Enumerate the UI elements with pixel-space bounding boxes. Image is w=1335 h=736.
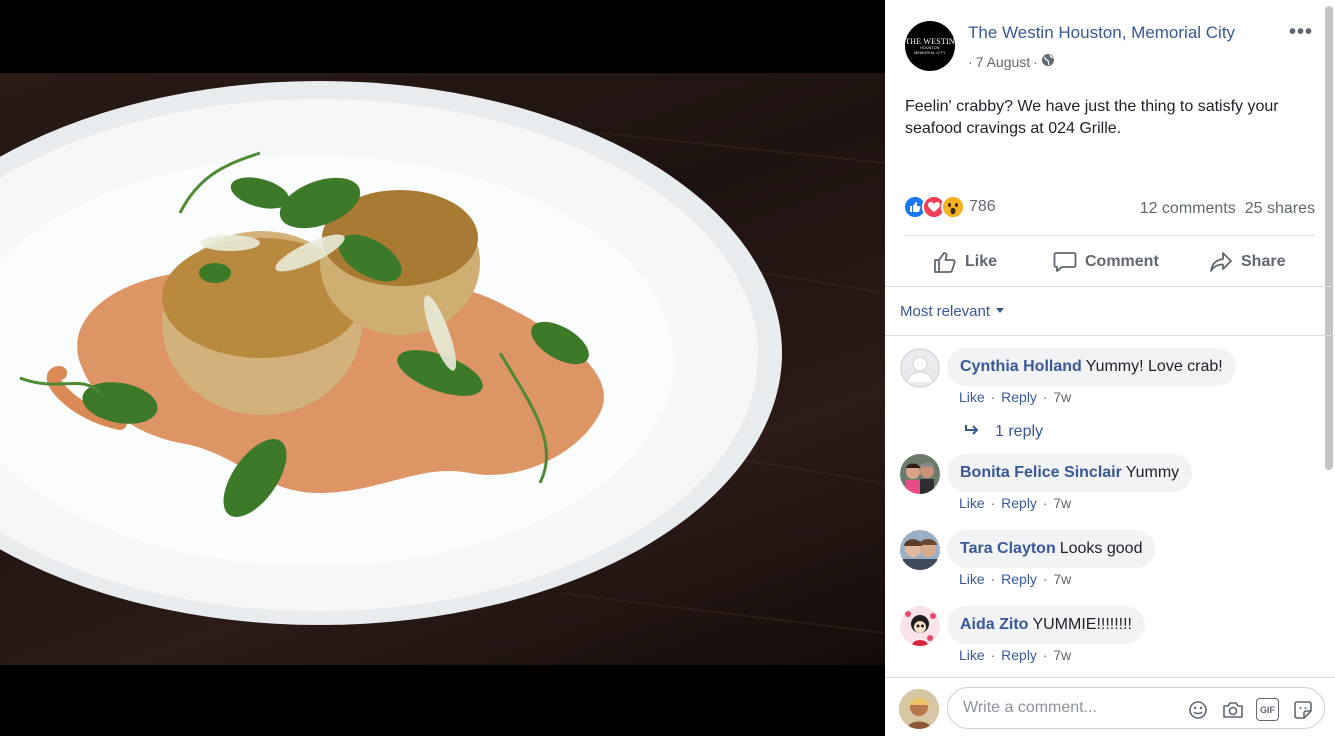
comment-reply-link[interactable]: Reply bbox=[1001, 495, 1037, 511]
comment-text: YUMMIE!!!!!!!! bbox=[1032, 616, 1132, 633]
post-text: Feelin' crabby? We have just the thing t… bbox=[905, 98, 1279, 137]
comment-bubble: Aida Zito YUMMIE!!!!!!!! bbox=[947, 606, 1145, 644]
shares-count-link[interactable]: 25 shares bbox=[1245, 200, 1315, 218]
comment-bubble: Cynthia Holland Yummy! Love crab! bbox=[947, 348, 1236, 386]
reactions-summary[interactable]: 786 bbox=[903, 195, 996, 219]
view-replies-link[interactable]: 1 reply bbox=[965, 423, 1043, 441]
reply-arrow-icon bbox=[965, 423, 979, 441]
comment-time[interactable]: 7w bbox=[1053, 495, 1071, 511]
comment-time[interactable]: 7w bbox=[1053, 647, 1071, 663]
comment-button[interactable]: Comment bbox=[1053, 247, 1159, 277]
composer-tools: GIF bbox=[1186, 698, 1314, 721]
gif-label: GIF bbox=[1256, 698, 1279, 721]
comment-actions: Like · Reply · 7w bbox=[959, 571, 1072, 587]
commenter-avatar[interactable] bbox=[900, 530, 940, 570]
commenter-name[interactable]: Tara Clayton bbox=[960, 540, 1056, 558]
thumbs-up-icon bbox=[933, 251, 957, 273]
camera-icon[interactable] bbox=[1221, 698, 1244, 721]
replies-count: 1 reply bbox=[995, 423, 1044, 440]
like-button-label: Like bbox=[965, 253, 998, 270]
scrollbar[interactable] bbox=[1325, 6, 1333, 470]
comment-input-box: GIF bbox=[947, 687, 1325, 729]
share-arrow-icon bbox=[1209, 251, 1233, 273]
comment-text: Yummy bbox=[1125, 464, 1180, 481]
post-meta: · 7 August · bbox=[968, 53, 1055, 70]
crab-cake-photo bbox=[0, 81, 885, 634]
divider bbox=[885, 335, 1335, 336]
divider bbox=[905, 235, 1315, 236]
comment-time[interactable]: 7w bbox=[1053, 389, 1071, 405]
commenter-avatar[interactable] bbox=[900, 348, 940, 388]
comment-like-link[interactable]: Like bbox=[959, 647, 985, 663]
page-logo-sub: MEMORIAL CITY bbox=[914, 50, 946, 55]
comment-like-link[interactable]: Like bbox=[959, 495, 985, 511]
commenter-name[interactable]: Cynthia Holland bbox=[960, 358, 1082, 376]
comment-composer: GIF bbox=[885, 677, 1335, 736]
emoji-icon[interactable] bbox=[1186, 698, 1209, 721]
photo-viewer bbox=[0, 0, 885, 736]
commenter-avatar[interactable] bbox=[900, 606, 940, 646]
comment-reply-link[interactable]: Reply bbox=[1001, 389, 1037, 405]
commenter-name[interactable]: Aida Zito bbox=[960, 616, 1028, 634]
commenter-name[interactable]: Bonita Felice Sinclair bbox=[960, 464, 1122, 482]
divider bbox=[885, 286, 1335, 287]
current-user-avatar bbox=[899, 689, 939, 729]
comment-actions: Like · Reply · 7w bbox=[959, 647, 1072, 663]
comment-input[interactable] bbox=[963, 699, 1173, 717]
comment-bubble-icon bbox=[1053, 251, 1077, 273]
comment-bubble: Tara Clayton Looks good bbox=[947, 530, 1156, 568]
meta-dot: · bbox=[968, 53, 973, 70]
caret-down-icon bbox=[996, 307, 1005, 313]
wow-reaction-icon bbox=[941, 195, 965, 219]
page-avatar[interactable]: THE WESTIN HOUSTON MEMORIAL CITY bbox=[905, 21, 955, 71]
page-logo-brand: THE WESTIN bbox=[905, 36, 955, 46]
comment-actions: Like · Reply · 7w bbox=[959, 389, 1072, 405]
share-button[interactable]: Share bbox=[1209, 247, 1285, 277]
comment-sort-dropdown[interactable]: Most relevant bbox=[900, 303, 1005, 320]
comment-text: Yummy! Love crab! bbox=[1085, 358, 1223, 375]
comment-bubble: Bonita Felice Sinclair Yummy bbox=[947, 454, 1193, 492]
reactions-count: 786 bbox=[969, 198, 996, 215]
sticker-icon[interactable] bbox=[1291, 698, 1314, 721]
sort-label: Most relevant bbox=[900, 303, 991, 320]
like-button[interactable]: Like bbox=[933, 247, 997, 277]
post-panel: THE WESTIN HOUSTON MEMORIAL CITY The Wes… bbox=[885, 0, 1335, 736]
post-photo[interactable] bbox=[0, 73, 885, 665]
comment-text: Looks good bbox=[1059, 540, 1143, 557]
engagement-counts: 12 comments 25 shares bbox=[1140, 200, 1315, 218]
comment-reply-link[interactable]: Reply bbox=[1001, 571, 1037, 587]
comment-reply-link[interactable]: Reply bbox=[1001, 647, 1037, 663]
globe-icon bbox=[1041, 53, 1055, 70]
comment-time[interactable]: 7w bbox=[1053, 571, 1071, 587]
comment-actions: Like · Reply · 7w bbox=[959, 495, 1072, 511]
comment-like-link[interactable]: Like bbox=[959, 389, 985, 405]
comments-count-link[interactable]: 12 comments bbox=[1140, 200, 1236, 218]
page-name-link[interactable]: The Westin Houston, Memorial City bbox=[968, 23, 1235, 43]
gif-icon[interactable]: GIF bbox=[1256, 698, 1279, 721]
comment-button-label: Comment bbox=[1085, 253, 1159, 270]
commenter-avatar[interactable] bbox=[900, 454, 940, 494]
comment-like-link[interactable]: Like bbox=[959, 571, 985, 587]
post-date[interactable]: 7 August bbox=[976, 54, 1031, 70]
share-button-label: Share bbox=[1241, 253, 1286, 270]
more-options-button[interactable]: ••• bbox=[1289, 22, 1313, 42]
meta-dot: · bbox=[1033, 53, 1038, 70]
